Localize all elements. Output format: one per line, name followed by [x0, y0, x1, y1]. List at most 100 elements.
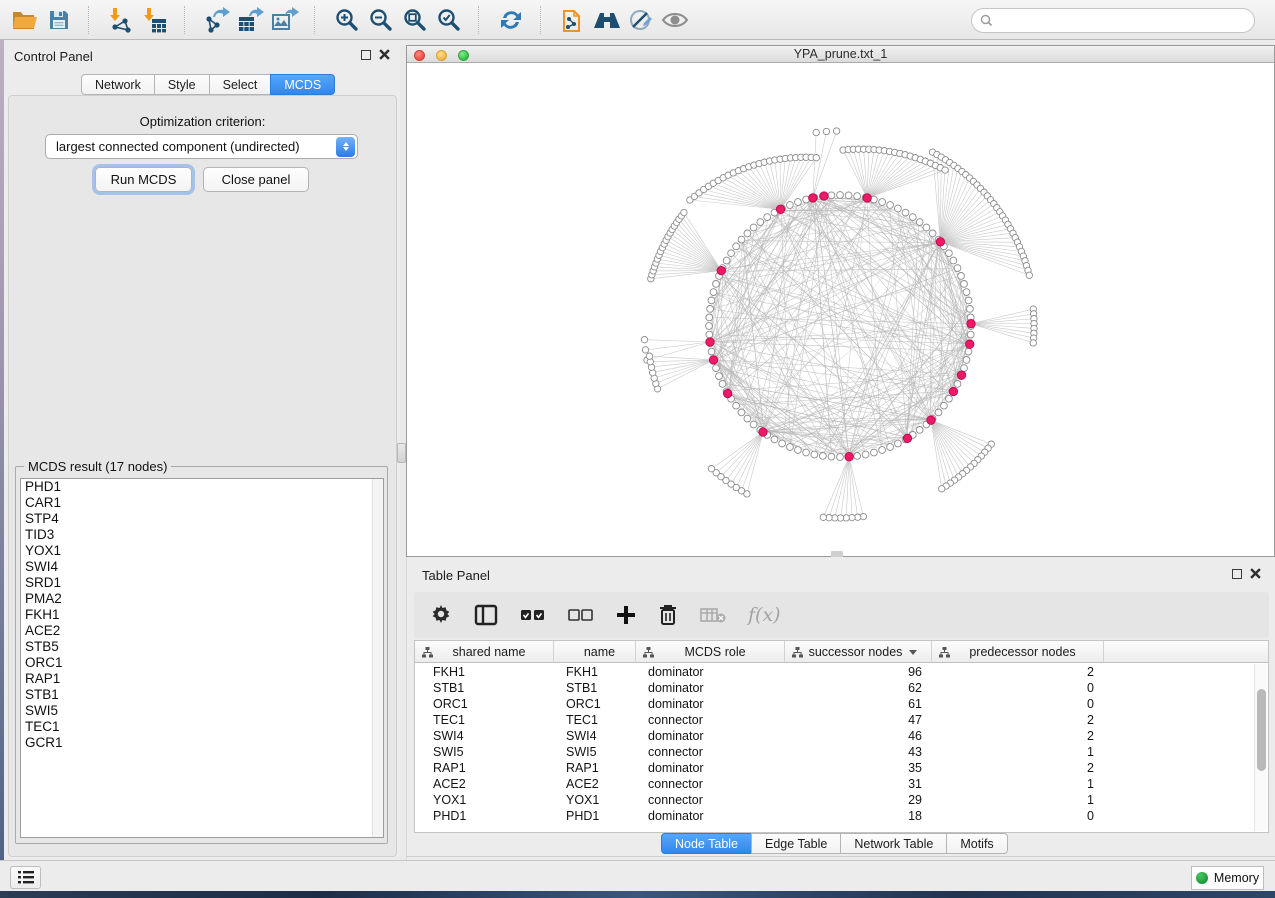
graph-node[interactable] [713, 365, 720, 372]
graph-edge[interactable] [931, 420, 981, 456]
table-cell[interactable]: TEC1 [554, 712, 636, 728]
graph-node[interactable] [854, 193, 861, 200]
graph-edge[interactable] [712, 199, 814, 309]
graph-node[interactable] [713, 281, 720, 288]
zoom-fit-icon[interactable] [398, 4, 432, 36]
graph-edge[interactable] [940, 242, 1028, 271]
graph-node[interactable] [895, 205, 902, 212]
table-cell[interactable]: dominator [636, 728, 785, 744]
graph-mcds-node[interactable] [717, 266, 725, 274]
graph-edge[interactable] [723, 269, 957, 272]
table-cell[interactable]: TEC1 [415, 712, 554, 728]
graph-node[interactable] [811, 451, 818, 458]
graph-edge[interactable] [726, 432, 763, 481]
graph-node[interactable] [795, 199, 802, 206]
graph-leaf-node[interactable] [708, 466, 714, 472]
mcds-result-item[interactable]: TID3 [21, 527, 383, 543]
tab-edge-table[interactable]: Edge Table [751, 833, 841, 854]
table-cell[interactable]: 1 [932, 776, 1104, 792]
table-cell[interactable]: RAP1 [415, 760, 554, 776]
graph-node[interactable] [923, 224, 930, 231]
close-table-panel-icon[interactable] [1250, 568, 1261, 579]
table-cell[interactable]: 46 [785, 728, 932, 744]
hide-graphics-details-icon[interactable] [624, 4, 658, 36]
mcds-result-item[interactable]: STP4 [21, 511, 383, 527]
table-cell[interactable]: ACE2 [415, 776, 554, 792]
table-cell[interactable]: connector [636, 792, 785, 808]
graph-edge[interactable] [940, 178, 969, 242]
column-header-predecessor-nodes[interactable]: predecessor nodes [932, 641, 1104, 663]
graph-node[interactable] [771, 436, 778, 443]
graph-edge[interactable] [858, 149, 867, 198]
tab-node-table[interactable]: Node Table [661, 833, 752, 854]
table-row[interactable]: ACE2ACE2connector311 [415, 776, 1254, 792]
close-panel-icon[interactable] [379, 49, 390, 60]
graph-edge[interactable] [823, 243, 939, 455]
table-row[interactable]: FKH1FKH1dominator962 [415, 664, 1254, 680]
graph-node[interactable] [744, 230, 751, 237]
refresh-view-icon[interactable] [494, 4, 528, 36]
graph-node[interactable] [954, 265, 961, 272]
table-cell[interactable]: 2 [932, 712, 1104, 728]
mcds-result-item[interactable]: STB5 [21, 639, 383, 655]
graph-mcds-node[interactable] [724, 389, 732, 397]
table-cell[interactable]: SWI5 [554, 744, 636, 760]
zoom-out-icon[interactable] [364, 4, 398, 36]
mcds-result-item[interactable]: GCR1 [21, 735, 383, 751]
column-header-successor-nodes[interactable]: successor nodes [785, 641, 932, 663]
graph-node[interactable] [958, 273, 965, 280]
column-header-shared-name[interactable]: shared name [415, 641, 554, 663]
memory-button[interactable]: Memory [1191, 866, 1264, 890]
graph-edge[interactable] [931, 420, 942, 489]
graph-mcds-node[interactable] [820, 192, 828, 200]
graph-edge[interactable] [712, 342, 898, 442]
graph-edge[interactable] [867, 163, 930, 198]
graph-edge[interactable] [718, 181, 780, 210]
graph-node[interactable] [787, 202, 794, 209]
graph-node[interactable] [895, 440, 902, 447]
table-cell[interactable]: 0 [932, 696, 1104, 712]
table-cell[interactable]: 35 [785, 760, 932, 776]
graph-node[interactable] [828, 453, 835, 460]
graph-node[interactable] [916, 427, 923, 434]
network-window-titlebar[interactable]: YPA_prune.txt_1 [407, 46, 1274, 63]
table-cell[interactable]: 1 [932, 792, 1104, 808]
graph-node[interactable] [820, 453, 827, 460]
graph-edge[interactable] [940, 189, 980, 242]
table-cell[interactable]: 0 [932, 808, 1104, 824]
table-cell[interactable]: SWI4 [554, 728, 636, 744]
graph-edge[interactable] [743, 241, 849, 456]
graph-leaf-node[interactable] [833, 128, 839, 134]
graph-leaf-node[interactable] [642, 347, 648, 353]
graph-edge[interactable] [729, 241, 743, 393]
graph-node[interactable] [946, 250, 953, 257]
table-cell[interactable]: 31 [785, 776, 932, 792]
table-cell[interactable]: dominator [636, 696, 785, 712]
graph-edge[interactable] [649, 356, 713, 360]
add-column-icon[interactable] [616, 600, 636, 630]
delete-table-icon[interactable] [700, 600, 726, 630]
graph-node[interactable] [961, 281, 968, 288]
table-cell[interactable]: STB1 [554, 680, 636, 696]
graph-edge[interactable] [651, 271, 722, 279]
graph-node[interactable] [779, 440, 786, 447]
graph-edge[interactable] [679, 219, 721, 270]
import-network-icon[interactable] [104, 4, 138, 36]
mcds-result-item[interactable]: ORC1 [21, 655, 383, 671]
graph-node[interactable] [706, 331, 713, 338]
table-cell[interactable]: dominator [636, 664, 785, 680]
mcds-result-item[interactable]: SWI5 [21, 703, 383, 719]
graph-leaf-node[interactable] [641, 337, 647, 343]
search-binoculars-icon[interactable] [590, 4, 624, 36]
table-cell[interactable]: STB1 [415, 680, 554, 696]
graph-edge[interactable] [940, 242, 1023, 256]
table-cell[interactable]: connector [636, 712, 785, 728]
tab-style[interactable]: Style [154, 74, 210, 95]
graph-node[interactable] [708, 348, 715, 355]
graph-node[interactable] [764, 214, 771, 221]
table-cell[interactable]: ORC1 [554, 696, 636, 712]
graph-edge[interactable] [715, 360, 799, 449]
graph-edge[interactable] [747, 432, 763, 494]
mcds-result-item[interactable]: SRD1 [21, 575, 383, 591]
graph-node[interactable] [902, 209, 909, 216]
